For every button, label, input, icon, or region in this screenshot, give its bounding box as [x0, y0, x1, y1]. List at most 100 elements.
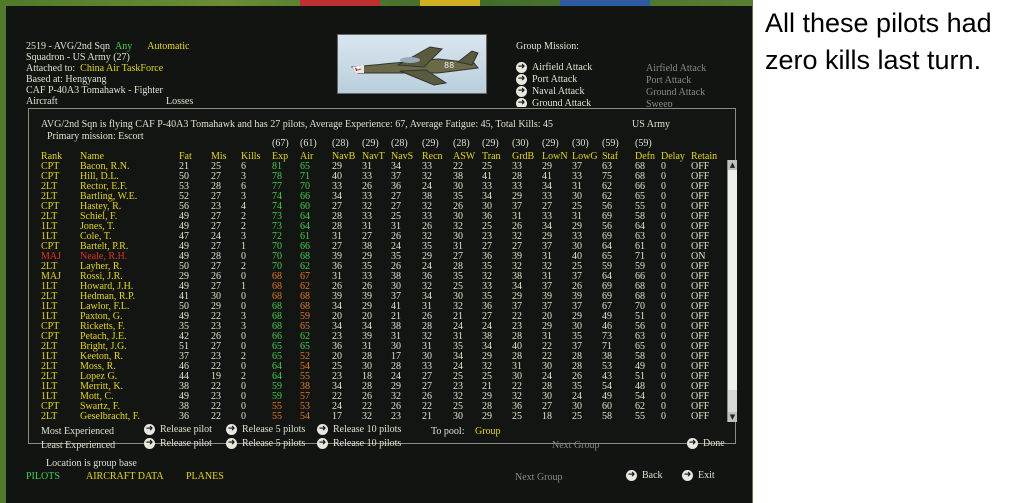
pilot-row[interactable]: 2LT Bartling, W.E. 52 27 3 74 66 34 33 27 38 35 34 29…	[29, 192, 729, 202]
mission-value-1: Airfield Attack	[646, 63, 707, 74]
mission-value-3: Ground Attack	[646, 87, 706, 98]
pilot-row[interactable]: 2LT Schiel, F. 49 27 2 73 64 28 33 25 33 30 36 31 33 31…	[29, 212, 729, 222]
plane-number: 88	[444, 61, 454, 70]
pilot-row[interactable]: 1LT Jones, T. 49 27 2 73 64 28 31 31 26 32 25 26 34 29 5…	[29, 222, 729, 232]
squadron-label: Squadron - US Army (27)	[26, 52, 130, 63]
pilots-panel: AVG/2nd Sqn is flying CAF P-40A3 Tomahaw…	[28, 108, 737, 451]
pilot-row[interactable]: CPT Bartelt, P.R. 49 27 1 70 66 27 38 24 35 31 27 27 3…	[29, 242, 729, 252]
least-release-pilot-button[interactable]: ➜ Release pilot	[144, 438, 212, 450]
pilot-row[interactable]: MAJ Rossi, J.R. 29 26 0 68 67 31 33 38 36 35 32 38 31 3…	[29, 272, 729, 282]
average-value: (29)	[422, 138, 439, 149]
to-pool-label: To pool:	[431, 426, 465, 437]
arrow-icon: ➜	[144, 438, 155, 450]
pilot-stat-staf: 58	[602, 411, 612, 422]
pilot-stat-exp: 55	[272, 411, 282, 422]
mission-port-attack[interactable]: ➜ Port Attack	[516, 74, 577, 86]
least-release-5-button[interactable]: ➜ Release 5 pilots	[226, 438, 305, 450]
pilot-row[interactable]: 1LT Merritt, K. 38 22 0 59 38 34 28 29 27 23 21 22 28 3…	[29, 382, 729, 392]
pilot-row[interactable]: 2LT Bright, J.G. 51 27 0 65 65 36 31 30 31 35 34 40 22…	[29, 342, 729, 352]
mission-ground-attack[interactable]: ➜ Ground Attack	[516, 98, 591, 107]
scroll-down-icon[interactable]: ▼	[728, 412, 737, 422]
scroll-up-icon[interactable]: ▲	[728, 160, 737, 170]
losses-label: Losses	[166, 96, 194, 104]
pilot-row[interactable]: CPT Petach, J.E. 42 26 0 66 62 23 39 31 32 31 38 28 31…	[29, 332, 729, 342]
pilots-tab[interactable]: PILOTS	[26, 471, 60, 482]
pilot-stat-kills: 0	[241, 411, 246, 422]
arrow-icon: ➜	[626, 470, 637, 482]
mission-naval-attack[interactable]: ➜ Naval Attack	[516, 86, 584, 98]
back-button[interactable]: ➜ Back	[626, 470, 663, 482]
arrow-icon: ➜	[317, 424, 328, 436]
attached-hq-link[interactable]: China Air TaskForce	[80, 63, 163, 74]
pilot-row[interactable]: 1LT Keeton, R. 37 23 2 65 52 20 28 17 30 34 29 28 22 28…	[29, 352, 729, 362]
pilot-row[interactable]: 1LT Paxton, G. 49 22 3 68 59 20 20 21 26 21 27 22 20 29…	[29, 312, 729, 322]
average-value: (30)	[512, 138, 529, 149]
primary-mission: Primary mission: Escort	[47, 131, 144, 142]
pilot-stat-delay: 0	[661, 411, 666, 422]
p40-plane-icon: 88	[350, 46, 479, 86]
pilot-row[interactable]: CPT Hill, D.L. 50 27 3 78 71 40 33 37 32 38 41 28 41 33…	[29, 172, 729, 182]
group-mission-title: Group Mission:	[516, 41, 580, 52]
pilot-row[interactable]: CPT Hastey, R. 56 23 4 74 60 27 32 27 32 26 30 37 27 25…	[29, 202, 729, 212]
pilot-row[interactable]: CPT Bacon, R.N. 21 25 6 81 65 29 31 34 33 22 25 33 29 3…	[29, 162, 729, 172]
aircraft-type-label: CAF P-40A3 Tomahawk - Fighter	[26, 85, 163, 96]
based-label: Based at: Hengyang	[26, 74, 107, 85]
arrow-icon: ➜	[516, 98, 527, 107]
pilot-row[interactable]: 1LT Mott, C. 49 23 0 59 57 22 26 32 26 32 29 32 30 24 49…	[29, 392, 729, 402]
attached-line: Attached to: China Air TaskForce	[26, 63, 164, 74]
average-value: (29)	[482, 138, 499, 149]
pilot-name[interactable]: Geselbracht, F.	[80, 412, 140, 422]
pilot-stat-retain[interactable]: OFF	[691, 412, 709, 422]
aircraft-label: Aircraft	[26, 96, 58, 104]
planes-tab[interactable]: PLANES	[186, 471, 224, 482]
arrow-icon: ➜	[687, 438, 698, 450]
pilot-stat-asw: 30	[453, 411, 463, 422]
average-value: (67)	[272, 138, 289, 149]
pilot-row[interactable]: 1LT Lawlor, F.L. 50 29 0 68 68 34 29 41 31 32 36 37 37…	[29, 302, 729, 312]
automatic-toggle[interactable]: Automatic	[147, 41, 189, 52]
mission-airfield-attack[interactable]: ➜ Airfield Attack	[516, 62, 592, 74]
pilot-stat-navt: 32	[362, 411, 372, 422]
arrow-icon: ➜	[226, 438, 237, 450]
pilot-row[interactable]: 2LT Hedman, R.P. 41 30 0 68 68 39 39 37 34 30 35 29 39…	[29, 292, 729, 302]
location-note: Location is group base	[46, 458, 137, 469]
pilot-row[interactable]: 2LT Moss, R. 46 22 0 64 54 25 30 28 33 24 32 31 30 28 53…	[29, 362, 729, 372]
most-release-pilot-button[interactable]: ➜ Release pilot	[144, 424, 212, 436]
least-experienced-label: Least Experienced	[41, 440, 116, 451]
any-toggle[interactable]: Any	[115, 41, 132, 52]
pilot-row[interactable]: 1LT Cole, T. 47 24 3 72 61 31 27 26 32 30 23 32 29 33 69…	[29, 232, 729, 242]
done-button[interactable]: ➜ Done	[687, 438, 725, 450]
pilot-stat-grdb: 25	[512, 411, 522, 422]
average-value: (28)	[453, 138, 470, 149]
arrow-icon: ➜	[516, 86, 527, 98]
pilot-stat-mis: 22	[211, 411, 221, 422]
pilot-row[interactable]: 2LT Geselbracht, F. 36 22 0 55 54 17 32 23 21 30 29 2…	[29, 412, 729, 422]
pilot-row[interactable]: MAJ Neale, R.H. 49 28 0 70 68 39 29 35 29 27 36 39 31 4…	[29, 252, 729, 262]
pilot-stat-tran: 29	[482, 411, 492, 422]
most-release-5-button[interactable]: ➜ Release 5 pilots	[226, 424, 305, 436]
pilot-rank: 2LT	[41, 411, 58, 422]
next-group-button[interactable]: Next Group	[515, 472, 563, 483]
arrow-icon: ➜	[516, 62, 527, 74]
summary-text: AVG/2nd Sqn is flying CAF P-40A3 Tomahaw…	[41, 119, 554, 130]
service-label: US Army	[632, 119, 671, 130]
air-group-window: 2519 - AVG/2nd Sqn Any Automatic Squadro…	[6, 6, 752, 503]
exit-button[interactable]: ➜ Exit	[682, 470, 715, 482]
scroll-thumb[interactable]	[728, 170, 737, 390]
most-release-10-button[interactable]: ➜ Release 10 pilots	[317, 424, 401, 436]
unit-line: 2519 - AVG/2nd Sqn Any Automatic	[26, 41, 190, 52]
average-value: (28)	[332, 138, 349, 149]
panel-next-group-button[interactable]: Next Group	[552, 440, 600, 451]
pilot-row[interactable]: 2LT Layher, R. 50 27 2 70 62 36 35 26 24 28 35 32 32 25…	[29, 262, 729, 272]
average-value: (59)	[602, 138, 619, 149]
mission-value-2: Port Attack	[646, 75, 692, 86]
aircraft-image[interactable]: 88	[337, 34, 487, 94]
pilot-row[interactable]: CPT Ricketts, F. 35 23 3 68 65 34 34 38 28 24 24 23 29…	[29, 322, 729, 332]
pool-group-toggle[interactable]: Group	[475, 426, 501, 437]
average-value: (28)	[391, 138, 408, 149]
pilot-row[interactable]: 2LT Lopez G. 44 19 2 64 55 23 18 24 27 25 25 30 24 26 43…	[29, 372, 729, 382]
least-release-10-button[interactable]: ➜ Release 10 pilots	[317, 438, 401, 450]
average-value: (29)	[362, 138, 379, 149]
aircraft-data-tab[interactable]: AIRCRAFT DATA	[86, 471, 164, 482]
pilot-list-scrollbar[interactable]: ▲ ▼	[727, 160, 737, 422]
